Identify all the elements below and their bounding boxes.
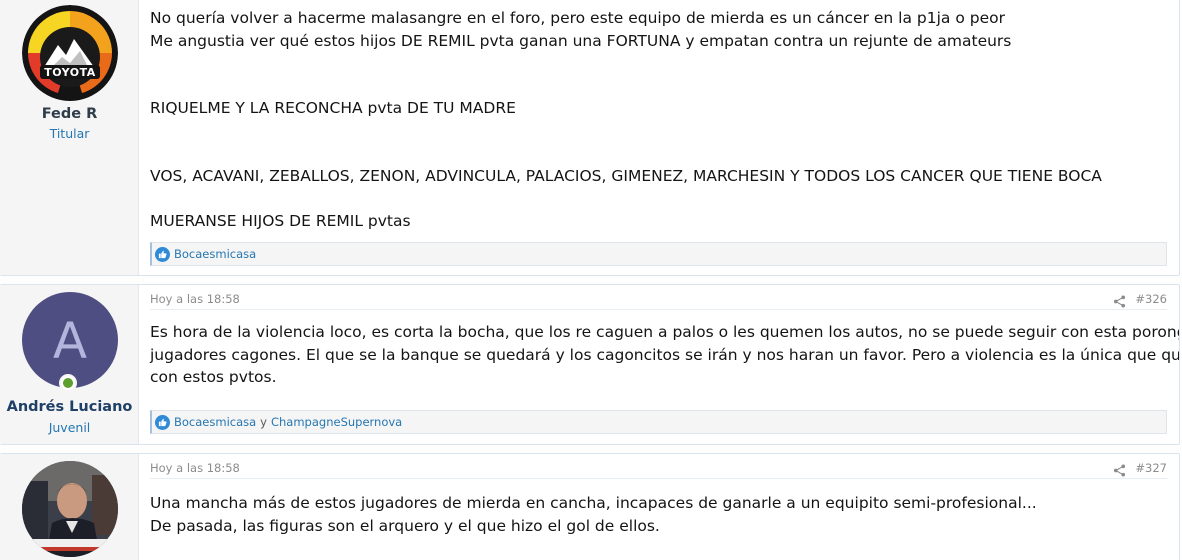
message-line: Una mancha más de estos jugadores de mie… [150,494,1037,512]
message-line: Me angustia ver qué estos hijos DE REMIL… [150,31,1012,50]
username[interactable]: Andrés Luciano [0,399,139,415]
post-number-link[interactable]: #327 [1135,461,1167,475]
username[interactable]: Fede R [0,106,139,122]
post-header: Hoy a las 18:58 #327 [150,461,1167,479]
user-title: Juvenil [48,420,91,435]
reactions-bar[interactable]: Bocaesmicasa y ChampagneSupernova [150,410,1167,434]
post-body: Hoy a las 18:58 #327 Una mancha más de e… [139,454,1179,560]
message-text: Una mancha más de estos jugadores de mie… [150,492,1165,537]
message-line: Es hora de la violencia loco, es corta l… [150,323,1180,341]
share-icon[interactable] [1113,293,1127,308]
message-line: De pasada, las figuras son el arquero y … [150,516,660,535]
share-icon[interactable] [1113,462,1127,477]
message-line: con estos pvtos. [150,368,277,386]
message-line: No quería volver a hacerme malasangre en… [150,9,1005,27]
message-text: No quería volver a hacerme malasangre en… [150,7,1165,232]
message-line: MUERANSE HIJOS DE REMIL pvtas [150,211,411,230]
post-timestamp[interactable]: Hoy a las 18:58 [150,292,240,306]
post-body: No quería volver a hacerme malasangre en… [139,0,1179,275]
post-timestamp[interactable]: Hoy a las 18:58 [150,461,240,475]
message-line: VOS, ACAVANI, ZEBALLOS, ZENON, ADVINCULA… [150,166,1102,185]
post-header: Hoy a las 18:58 #326 [150,292,1167,310]
post-andres-luciano: A Andrés Luciano Juvenil Hoy a las 18:58… [0,284,1180,445]
thread-page: TOYOTA Fede R Titular No quería volver a… [0,0,1182,560]
photo-avatar-image [22,461,118,557]
reaction-user-link[interactable]: Bocaesmicasa [174,247,256,261]
reactions-bar[interactable]: Bocaesmicasa [150,242,1167,266]
avatar-logo-text: TOYOTA [44,66,96,79]
avatar[interactable] [22,461,118,557]
post-327: Hoy a las 18:58 #327 Una mancha más de e… [0,453,1180,560]
user-title: Titular [49,126,90,141]
post-number-link[interactable]: #326 [1135,292,1167,306]
reaction-conjunction: y [260,415,267,429]
message-line: RIQUELME Y LA RECONCHA pvta DE TU MADRE [150,99,516,117]
avatar[interactable]: TOYOTA [22,5,118,101]
like-icon [155,414,170,430]
message-line: jugadores cagones. El que se la banque s… [150,345,1180,364]
post-user-column: A Andrés Luciano Juvenil [0,285,139,444]
like-icon [155,246,170,262]
avatar-letter: A [53,312,87,370]
post-user-column [0,454,139,560]
reaction-user-link[interactable]: ChampagneSupernova [271,415,402,429]
online-status-icon [59,374,77,392]
post-user-column: TOYOTA Fede R Titular [0,0,139,275]
toyota-avatar-image: TOYOTA [22,5,118,101]
message-text: Es hora de la violencia loco, es corta l… [150,321,1180,389]
post-body: Hoy a las 18:58 #326 Es hora de la viole… [139,285,1179,444]
post-fede-r: TOYOTA Fede R Titular No quería volver a… [0,0,1180,276]
reaction-user-link[interactable]: Bocaesmicasa [174,415,256,429]
